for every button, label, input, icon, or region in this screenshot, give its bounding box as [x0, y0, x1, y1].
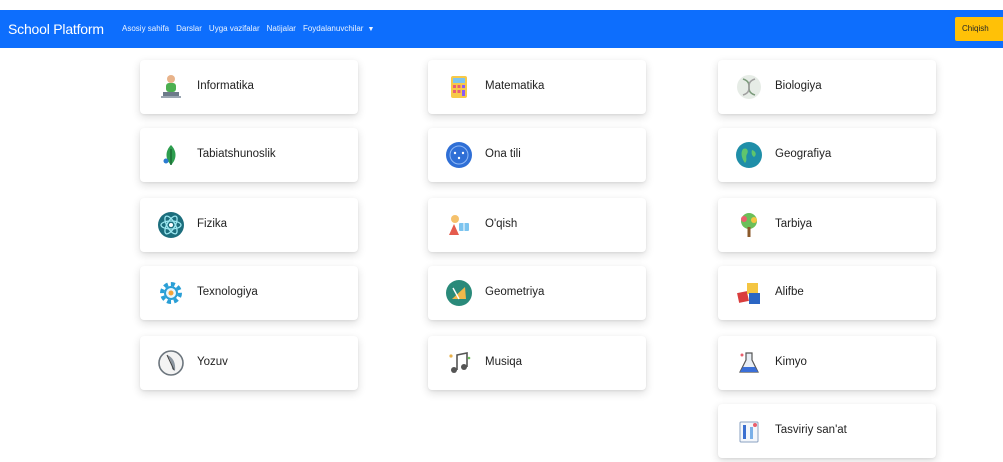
subject-label: Tabiatshunoslik: [197, 148, 276, 160]
subject-label: O'qish: [485, 218, 518, 230]
subject-label: Alifbe: [775, 286, 804, 298]
laptop-person-icon: [161, 75, 181, 98]
brand-link[interactable]: School Platform: [8, 21, 104, 37]
flask-icon: [739, 352, 759, 373]
globe-letters-icon: [446, 142, 472, 168]
caret-down-icon: ▼: [367, 26, 375, 33]
subject-card-geometriya[interactable]: Geometriya: [428, 266, 646, 320]
reading-child-icon: [449, 215, 469, 235]
subject-card-informatika[interactable]: Informatika: [140, 60, 358, 114]
quill-icon: [158, 350, 184, 376]
nav-link-homework[interactable]: Uyga vazifalar: [209, 23, 260, 36]
subject-card-ona-tili[interactable]: Ona tili: [428, 128, 646, 182]
subject-label: Musiqa: [485, 356, 523, 368]
music-notes-icon: [449, 352, 471, 373]
compass-icon: [446, 280, 472, 306]
subject-card-alifbe[interactable]: Alifbe: [718, 266, 936, 320]
atom-icon: [158, 212, 184, 238]
letter-blocks-icon: [737, 283, 760, 304]
subject-card-tasviriy-sanat[interactable]: Tasviriy san'at: [718, 404, 936, 458]
subject-card-musiqa[interactable]: Musiqa: [428, 336, 646, 390]
subject-card-matematika[interactable]: Matematika: [428, 60, 646, 114]
gear-icon: [160, 282, 182, 304]
tree-icon: [741, 213, 757, 237]
subject-label: Tarbiya: [775, 218, 813, 230]
logout-button[interactable]: Chiqish: [955, 17, 1003, 41]
leaf-icon: [163, 145, 176, 165]
nav-links: Asosiy sahifa Darslar Uyga vazifalar Nat…: [122, 23, 374, 36]
subject-label: Fizika: [197, 218, 228, 230]
subject-label: Informatika: [197, 80, 254, 92]
subject-label: Texnologiya: [197, 286, 258, 298]
subject-label: Biologiya: [775, 80, 822, 92]
navbar: School Platform Asosiy sahifa Darslar Uy…: [0, 10, 1003, 48]
calculator-icon: [451, 76, 467, 98]
subject-label: Matematika: [485, 80, 545, 92]
nav-dropdown-users-label: Foydalanuvchilar: [302, 24, 364, 33]
subject-label: Geometriya: [485, 286, 545, 298]
subject-card-tarbiya[interactable]: Tarbiya: [718, 198, 936, 252]
subject-label: Yozuv: [197, 356, 228, 368]
subject-card-geografiya[interactable]: Geografiya: [718, 128, 936, 182]
subject-card-tabiatshunoslik[interactable]: Tabiatshunoslik: [140, 128, 358, 182]
subject-label: Geografiya: [775, 148, 832, 160]
subject-card-texnologiya[interactable]: Texnologiya: [140, 266, 358, 320]
subject-card-oqish[interactable]: O'qish: [428, 198, 646, 252]
nav-link-results[interactable]: Natijalar: [267, 23, 296, 36]
subject-card-fizika[interactable]: Fizika: [140, 198, 358, 252]
nav-link-home[interactable]: Asosiy sahifa: [122, 23, 169, 36]
dna-icon: [737, 75, 761, 99]
subject-label: Ona tili: [485, 148, 521, 160]
paintbrush-icon: [739, 421, 759, 443]
subject-card-kimyo[interactable]: Kimyo: [718, 336, 936, 390]
earth-icon: [736, 142, 762, 168]
nav-link-lessons[interactable]: Darslar: [176, 23, 202, 36]
subject-card-yozuv[interactable]: Yozuv: [140, 336, 358, 390]
subject-label: Kimyo: [775, 356, 807, 368]
subject-card-biologiya[interactable]: Biologiya: [718, 60, 936, 114]
subject-label: Tasviriy san'at: [775, 424, 847, 436]
nav-dropdown-users[interactable]: Foydalanuvchilar ▼: [303, 23, 374, 36]
